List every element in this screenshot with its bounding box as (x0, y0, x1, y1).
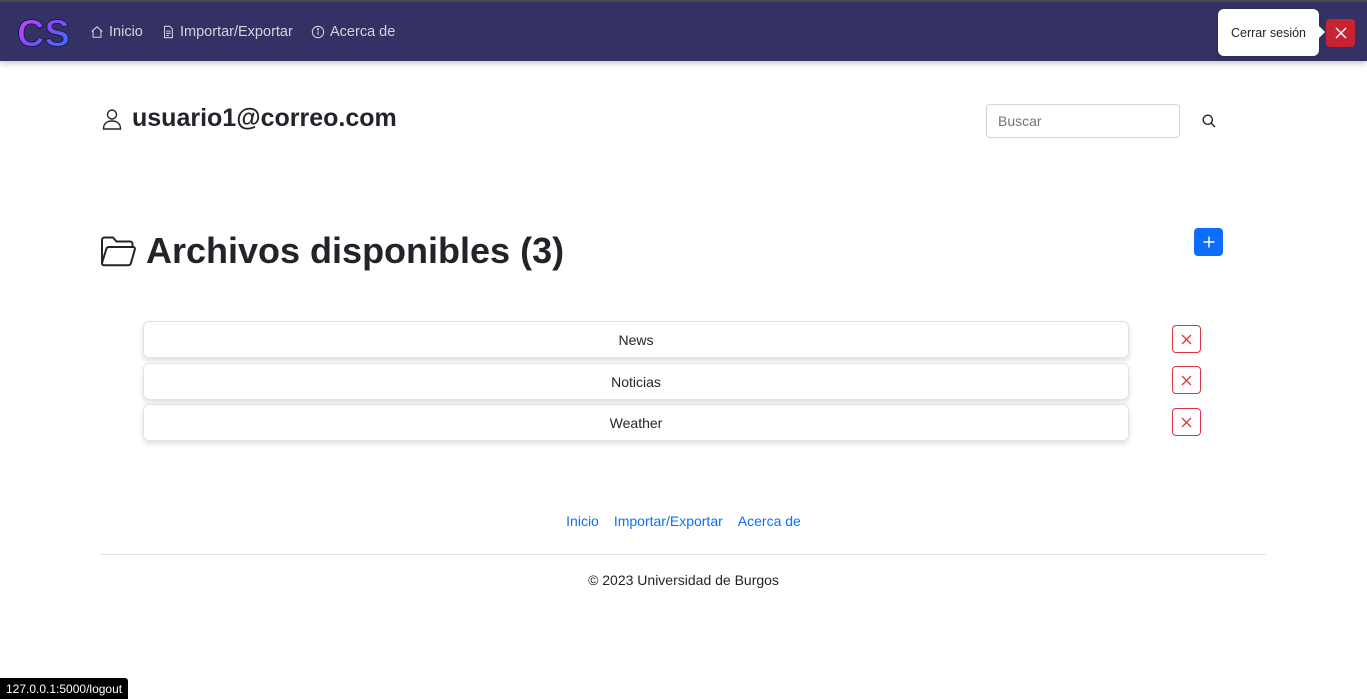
file-item-weather[interactable]: Weather (143, 404, 1129, 441)
file-item-label: Noticias (611, 373, 661, 390)
info-circle-icon (311, 25, 325, 39)
copyright-text: © 2023 Universidad de Burgos (588, 572, 779, 588)
footer-link-inicio[interactable]: Inicio (566, 513, 599, 529)
cs-logo[interactable]: CS (16, 12, 76, 55)
plus-icon (1203, 236, 1214, 248)
add-file-button[interactable] (1194, 228, 1223, 256)
nav-link-inicio[interactable]: Inicio (90, 21, 143, 43)
footer-divider (100, 554, 1266, 555)
file-item-news[interactable]: News (143, 321, 1129, 358)
user-icon (102, 109, 122, 130)
status-url: 127.0.0.1:5000/logout (6, 681, 123, 696)
delete-file-button[interactable] (1172, 366, 1201, 394)
delete-file-button[interactable] (1172, 408, 1201, 436)
house-icon (91, 26, 103, 38)
logo-text: CS (17, 13, 70, 54)
close-icon (1181, 417, 1192, 427)
file-item-noticias[interactable]: Noticias (143, 363, 1129, 400)
nav-link-label: Inicio (109, 24, 143, 40)
footer-nav: Inicio Importar/Exportar Acerca de (0, 513, 1367, 529)
nav-link-label: Acerca de (330, 24, 396, 40)
nav-link-label: Importar/Exportar (180, 24, 293, 40)
folder-icon (100, 236, 136, 267)
nav-link-acerca-de[interactable]: Acerca de (311, 21, 395, 43)
browser-status-bar: 127.0.0.1:5000/logout (0, 678, 129, 699)
search-button[interactable] (1196, 108, 1222, 134)
file-item-label: News (618, 331, 654, 348)
footer-link-importar-exportar[interactable]: Importar/Exportar (614, 513, 723, 529)
search-icon (1202, 114, 1216, 128)
file-icon (163, 25, 173, 39)
file-item-label: Weather (609, 414, 663, 431)
logout-button[interactable] (1326, 19, 1355, 47)
close-icon (1181, 375, 1192, 385)
close-icon (1181, 334, 1192, 344)
close-icon (1335, 27, 1346, 39)
delete-file-button[interactable] (1172, 325, 1201, 353)
footer-link-acerca-de[interactable]: Acerca de (738, 513, 801, 529)
files-title: Archivos disponibles (3) (146, 230, 565, 271)
tooltip-text: Cerrar sesión (1230, 25, 1307, 40)
search-input[interactable] (986, 104, 1180, 138)
user-email: usuario1@correo.com (132, 104, 397, 132)
logout-tooltip: Cerrar sesión (1218, 9, 1325, 56)
nav-link-importar-exportar[interactable]: Importar/Exportar (161, 21, 293, 43)
top-navbar: CS Inicio Importar/Exportar Acerca de Ce… (0, 0, 1367, 61)
